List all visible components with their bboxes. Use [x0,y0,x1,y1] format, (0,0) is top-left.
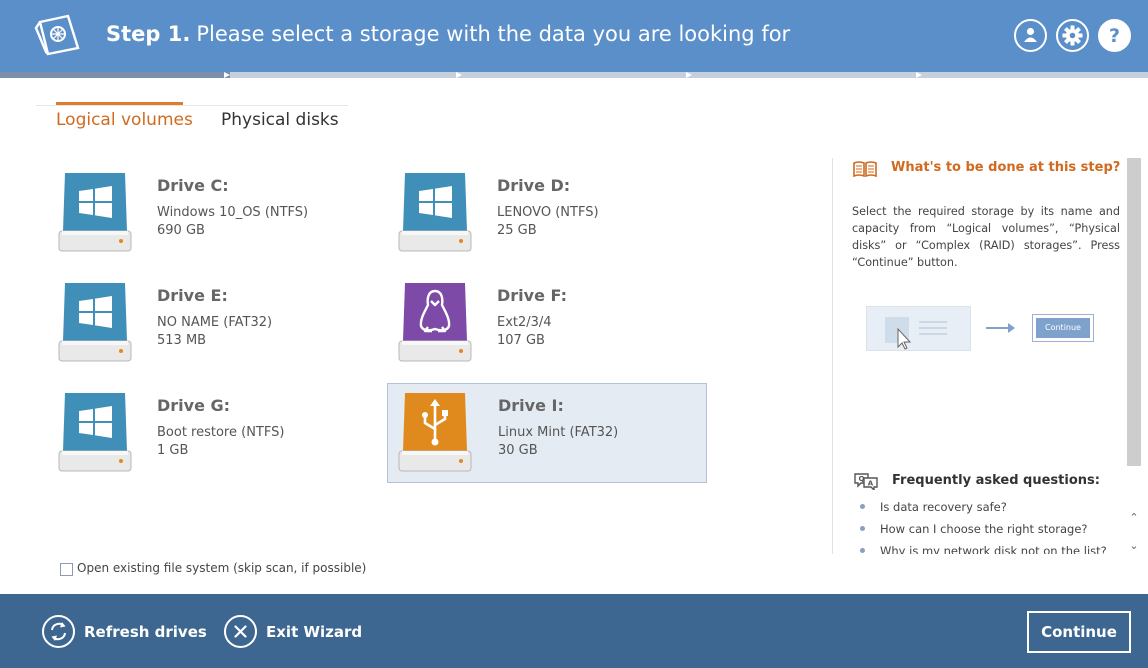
drive-filesystem: Windows 10_OS (NTFS) [157,205,309,220]
drive-name: Drive C: [157,176,229,195]
drive-name: Drive G: [157,396,231,415]
drive-tile[interactable]: Drive G: Boot restore (NTFS) 1 GB [47,383,367,483]
drive-size: 690 GB [157,223,205,238]
help-text: Select the required storage by its name … [852,205,1120,269]
open-existing-fs-label[interactable]: Open existing file system (skip scan, if… [77,561,366,575]
account-button[interactable] [1014,19,1047,52]
tabs-divider [36,105,348,106]
svg-text:?: ? [1109,25,1120,47]
drive-tile[interactable]: Drive E: NO NAME (FAT32) 513 MB [47,273,367,373]
wizard-progress [0,72,1148,78]
svg-text:A: A [868,480,874,488]
drive-name: Drive I: [498,396,564,415]
user-icon [1024,27,1037,42]
book-icon [853,161,877,178]
help-illustration: Continue [866,306,1096,352]
drive-tile[interactable]: Drive F: Ext2/3/4 107 GB [387,273,707,373]
scrollbar-thumb[interactable] [1127,158,1141,466]
drive-size: 25 GB [497,223,537,238]
refresh-drives-label: Refresh drives [84,623,207,641]
scroll-down-icon[interactable]: ⌄ [1127,538,1141,554]
svg-text:Q: Q [859,475,865,483]
tab-logical-volumes[interactable]: Logical volumes [56,102,193,130]
question-icon: ? [1109,25,1120,47]
drive-tile-selected[interactable]: Drive I: Linux Mint (FAT32) 30 GB [387,383,707,483]
step-label: Step 1. [106,22,191,46]
refresh-icon-circle [42,615,75,648]
drive-filesystem: LENOVO (NTFS) [497,205,599,220]
drive-filesystem: Ext2/3/4 [497,315,552,330]
illustration-continue-button: Continue [1032,314,1094,342]
progress-separator [686,72,692,78]
illustration-continue-label: Continue [1036,318,1090,338]
gear-icon [1062,25,1083,46]
page-title: Step 1. Please select a storage with the … [106,22,790,46]
panel-divider [832,158,833,554]
windows-drive-icon [58,173,132,252]
step-title: Please select a storage with the data yo… [196,22,791,46]
progress-separator [916,72,922,78]
faq-title: Frequently asked questions: [892,473,1100,488]
drive-size: 513 MB [157,333,207,348]
drive-name: Drive E: [157,286,228,305]
open-existing-fs-checkbox[interactable] [60,563,73,576]
close-icon [234,625,247,638]
drive-name: Drive F: [497,286,567,305]
faq-item[interactable]: Why is my network disk not on the list? [858,544,1123,554]
arrow-right-icon [986,323,1015,333]
drive-size: 107 GB [497,333,545,348]
continue-button[interactable]: Continue [1027,611,1131,653]
drive-filesystem: Boot restore (NTFS) [157,425,285,440]
footer-bar: Refresh drives Exit Wizard Continue [0,594,1148,668]
progress-fill [0,72,230,78]
settings-button[interactable] [1056,19,1089,52]
drive-size: 1 GB [157,443,189,458]
scroll-up-icon[interactable]: ⌃ [1127,510,1141,526]
illustration-card [866,306,971,351]
tab-physical-disks[interactable]: Physical disks [221,110,339,130]
faq-list: Is data recovery safe? How can I choose … [858,500,1123,554]
help-scrollbar[interactable]: ⌃ ⌄ [1127,158,1141,554]
linux-drive-icon [398,283,472,362]
progress-separator [456,72,462,78]
usb-drive-icon [398,393,472,472]
faq-item[interactable]: How can I choose the right storage? [858,522,1123,544]
drive-size: 30 GB [498,443,538,458]
help-button[interactable]: ? [1098,19,1131,52]
windows-drive-icon [398,173,472,252]
exit-wizard-label: Exit Wizard [266,623,363,641]
faq-item[interactable]: Is data recovery safe? [858,500,1123,522]
drive-select-illustration-icon [885,317,947,350]
windows-drive-icon [58,393,132,472]
refresh-icon [51,622,66,641]
help-title: What's to be done at this step? [891,160,1121,175]
close-icon-circle [224,615,257,648]
drive-tile[interactable]: Drive C: Windows 10_OS (NTFS) 690 GB [47,163,367,263]
app-logo-icon [34,14,80,56]
title-bar: Step 1. Please select a storage with the … [0,0,1148,72]
drive-tile[interactable]: Drive D: LENOVO (NTFS) 25 GB [387,163,707,263]
windows-drive-icon [58,283,132,362]
drive-filesystem: Linux Mint (FAT32) [498,425,619,440]
drive-filesystem: NO NAME (FAT32) [157,315,273,330]
faq-chat-icon: A Q [854,473,878,490]
drive-name: Drive D: [497,176,571,195]
